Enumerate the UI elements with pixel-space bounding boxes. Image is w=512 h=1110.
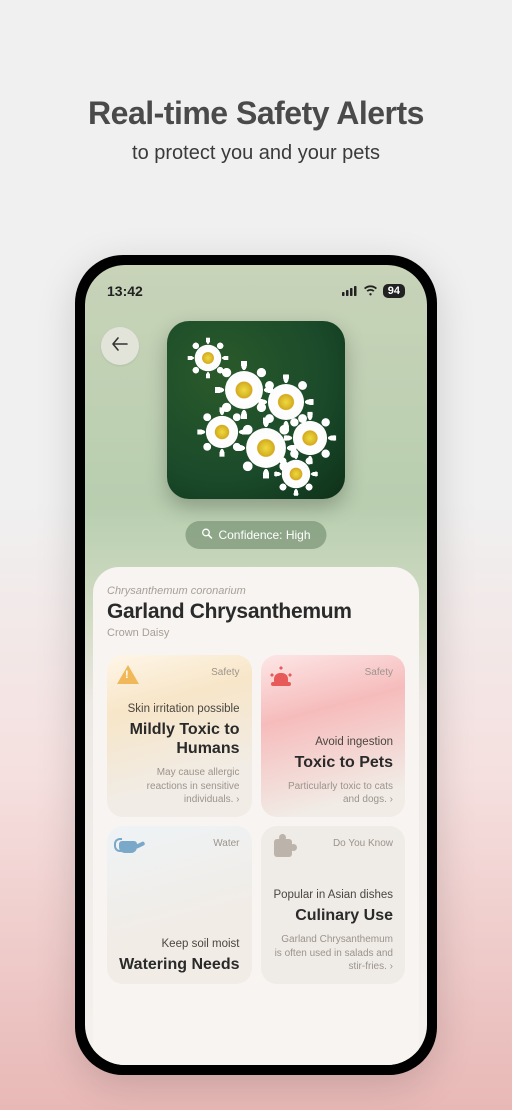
arrow-left-icon xyxy=(112,337,128,356)
tile-subtitle: Avoid ingestion xyxy=(273,735,394,750)
common-name: Garland Chrysanthemum xyxy=(107,600,405,624)
tile-safety-humans[interactable]: Safety Skin irritation possible Mildly T… xyxy=(107,655,252,817)
tile-title: Watering Needs xyxy=(119,955,240,974)
confidence-label: Confidence: High xyxy=(218,528,310,542)
plant-photo[interactable] xyxy=(167,321,345,499)
tile-subtitle: Keep soil moist xyxy=(119,937,240,952)
battery-badge: 94 xyxy=(383,284,405,298)
tile-desc: Particularly toxic to cats and dogs. xyxy=(273,780,394,807)
puzzle-piece-icon xyxy=(271,836,297,862)
plant-photo-image xyxy=(167,321,345,499)
watering-can-icon xyxy=(117,836,143,862)
page-title: Real-time Safety Alerts xyxy=(0,0,512,132)
tile-title: Mildly Toxic to Humans xyxy=(119,720,240,758)
phone-screen: 13:42 94 xyxy=(85,265,427,1065)
tile-desc: Garland Chrysanthemum is often used in s… xyxy=(273,933,394,974)
signal-icon xyxy=(342,283,358,299)
tile-subtitle: Skin irritation possible xyxy=(119,702,240,717)
search-icon xyxy=(201,528,212,542)
status-bar: 13:42 94 xyxy=(85,265,427,305)
back-button[interactable] xyxy=(101,327,139,365)
scientific-name: Chrysanthemum coronarium xyxy=(107,585,405,597)
tile-title: Culinary Use xyxy=(273,906,394,925)
tile-title: Toxic to Pets xyxy=(273,753,394,772)
siren-icon xyxy=(271,665,297,691)
confidence-pill[interactable]: Confidence: High xyxy=(185,521,326,549)
status-time: 13:42 xyxy=(107,283,143,299)
phone-frame: 13:42 94 xyxy=(75,255,437,1075)
tile-desc: May cause allergic reactions in sensitiv… xyxy=(119,766,240,807)
warning-triangle-icon xyxy=(117,665,143,691)
tiles-grid: Safety Skin irritation possible Mildly T… xyxy=(107,655,405,984)
page-subtitle: to protect you and your pets xyxy=(0,142,512,165)
alt-name: Crown Daisy xyxy=(107,627,405,639)
status-right: 94 xyxy=(342,283,405,299)
tile-water[interactable]: Water Keep soil moist Watering Needs xyxy=(107,826,252,984)
info-card: Chrysanthemum coronarium Garland Chrysan… xyxy=(93,567,419,1065)
tile-do-you-know[interactable]: Do You Know Popular in Asian dishes Culi… xyxy=(261,826,406,984)
wifi-icon xyxy=(363,283,378,299)
tile-subtitle: Popular in Asian dishes xyxy=(273,888,394,903)
tile-safety-pets[interactable]: Safety Avoid ingestion Toxic to Pets Par… xyxy=(261,655,406,817)
